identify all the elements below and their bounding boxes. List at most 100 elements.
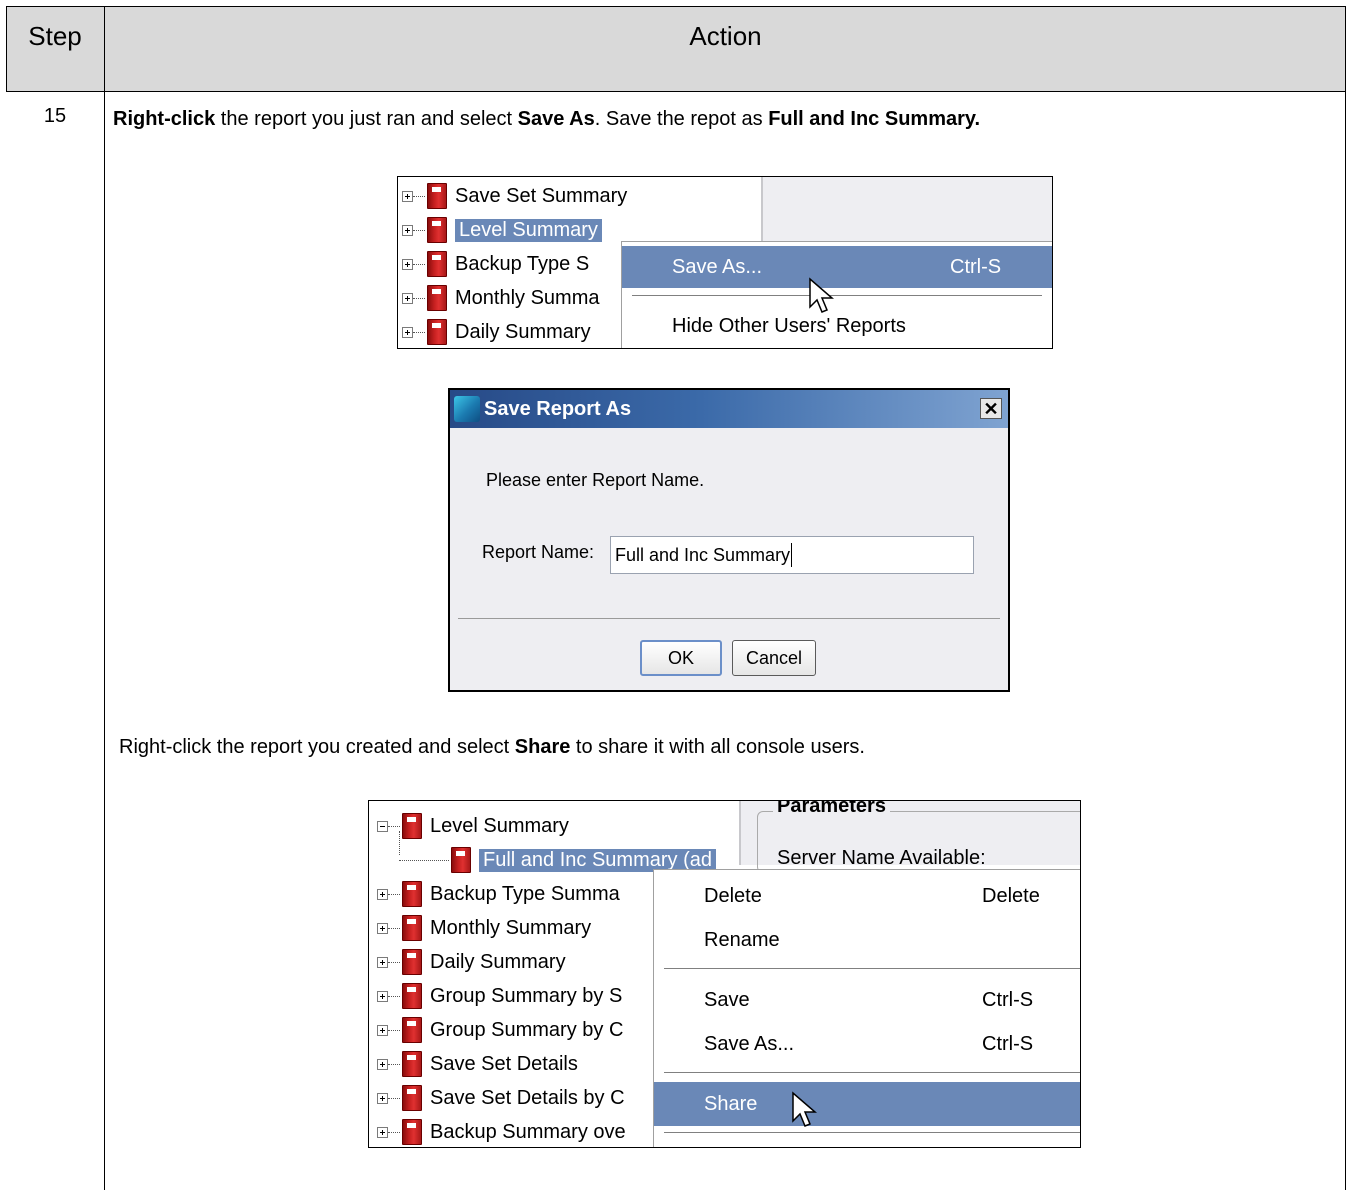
tree-item[interactable]: Monthly Summa — [402, 281, 600, 315]
report-icon — [402, 881, 422, 907]
tree-item[interactable]: Daily Summary — [377, 945, 566, 979]
tree-label: Backup Type S — [455, 252, 590, 275]
menu-separator — [632, 295, 1042, 296]
tree-item[interactable]: Group Summary by S — [377, 979, 622, 1013]
menu-separator — [664, 1132, 1080, 1133]
expand-icon[interactable] — [377, 1024, 388, 1036]
expand-icon[interactable] — [377, 888, 388, 900]
menu-label: Share — [704, 1092, 758, 1115]
menu-label: Save As... — [672, 255, 763, 278]
menu-separator — [664, 968, 1080, 969]
share-menu-screenshot: Parameters Server Name Available: Level … — [368, 800, 1081, 1148]
menu-item-share[interactable]: Share — [654, 1082, 1080, 1126]
tree-item[interactable]: Group Summary by C — [377, 1013, 623, 1047]
report-icon — [427, 217, 447, 243]
expand-icon[interactable] — [402, 258, 413, 270]
expand-icon[interactable] — [377, 1126, 388, 1138]
tree-item[interactable]: Daily Summary — [402, 315, 591, 348]
tree-label-selected: Level Summary — [455, 218, 602, 242]
context-menu: Delete Delete Rename Save Ctrl-S Save As… — [653, 869, 1080, 1147]
expand-icon[interactable] — [377, 956, 388, 968]
text: Right-click the report you created and s… — [119, 736, 515, 758]
expand-icon[interactable] — [402, 326, 413, 338]
tree-label: Daily Summary — [430, 950, 566, 973]
ok-button[interactable]: OK — [640, 640, 722, 676]
parameters-title: Parameters — [773, 801, 890, 818]
tree-label: Backup Summary ove — [430, 1120, 626, 1143]
close-icon[interactable]: ✕ — [980, 398, 1002, 419]
step-number: 15 — [43, 104, 67, 127]
report-icon — [402, 1051, 422, 1077]
menu-shortcut: Ctrl-S — [950, 255, 1002, 278]
expand-icon[interactable] — [377, 1092, 388, 1104]
report-icon — [402, 813, 422, 839]
expand-icon[interactable] — [377, 990, 388, 1002]
expand-icon[interactable] — [377, 922, 388, 934]
menu-item-save[interactable]: Save Ctrl-S — [654, 978, 1080, 1022]
border-column — [104, 6, 105, 1190]
cancel-button[interactable]: Cancel — [732, 640, 816, 676]
collapse-icon[interactable] — [377, 820, 388, 832]
expand-icon[interactable] — [402, 190, 413, 202]
border-header — [6, 91, 1346, 92]
border-right — [1345, 6, 1346, 1190]
tree-item[interactable]: Save Set Summary — [402, 179, 627, 213]
header-action: Action — [689, 20, 762, 51]
report-icon — [402, 1119, 422, 1145]
tree-item[interactable]: Level Summary — [377, 809, 569, 843]
mouse-pointer-icon — [809, 277, 834, 313]
report-icon — [402, 1085, 422, 1111]
mouse-pointer-icon — [792, 1091, 817, 1127]
tree-item[interactable]: Backup Type S — [402, 247, 589, 281]
tree-label: Save Set Details — [430, 1052, 578, 1075]
tree-label: Monthly Summa — [455, 286, 600, 309]
tree-item[interactable]: Monthly Summary — [377, 911, 591, 945]
menu-label: Rename — [704, 928, 780, 951]
report-icon — [402, 915, 422, 941]
dialog-prompt: Please enter Report Name. — [486, 470, 705, 490]
dialog-separator — [458, 618, 1000, 619]
tree-item[interactable]: Backup Summary ove — [377, 1115, 626, 1147]
expand-icon[interactable] — [377, 1058, 388, 1070]
report-icon — [402, 983, 422, 1009]
tree-item[interactable]: Save Set Details — [377, 1047, 578, 1081]
menu-item-rename[interactable]: Rename — [654, 918, 1080, 962]
text: . Save the repot as — [594, 108, 769, 130]
menu-item-hide-other[interactable]: Hide Other Users' Reports — [622, 304, 1052, 348]
menu-item-save-as[interactable]: Save As... Ctrl-S — [654, 1022, 1080, 1066]
menu-item-delete[interactable]: Delete Delete — [654, 874, 1080, 918]
border-left-header — [6, 6, 7, 91]
report-icon — [451, 847, 471, 873]
report-icon — [427, 183, 447, 209]
report-icon — [402, 949, 422, 975]
menu-separator — [664, 1072, 1080, 1073]
parameters-pane: Parameters Server Name Available: — [739, 801, 1080, 873]
expand-icon[interactable] — [402, 224, 413, 236]
text: the report you just ran and select — [215, 108, 518, 130]
menu-shortcut: Ctrl-S — [982, 988, 1034, 1011]
tree-item[interactable]: Save Set Details by C — [377, 1081, 625, 1115]
context-menu-screenshot: Save Set Summary Level Summary Backup Ty… — [397, 176, 1053, 349]
tree-label: Daily Summary — [455, 320, 591, 343]
tree-item[interactable]: Backup Type Summa — [377, 877, 620, 911]
menu-shortcut: Delete — [982, 884, 1040, 907]
header-step: Step — [28, 20, 82, 51]
instruction-save-as: Right-click the report you just ran and … — [113, 108, 980, 131]
menu-label: Delete — [704, 884, 762, 907]
tree-label: Group Summary by S — [430, 984, 623, 1007]
menu-shortcut: Ctrl-S — [982, 1032, 1034, 1055]
text-save-as: Save As — [517, 108, 595, 130]
tree-label: Backup Type Summa — [430, 882, 620, 905]
instruction-share: Right-click the report you created and s… — [119, 736, 865, 759]
expand-icon[interactable] — [402, 292, 413, 304]
report-name-input[interactable]: Full and Inc Summary — [610, 536, 974, 574]
tree-label: Level Summary — [430, 814, 569, 837]
server-name-label: Server Name Available: — [777, 847, 986, 869]
dialog-titlebar: Save Report As ✕ — [450, 390, 1008, 428]
text-caret — [791, 543, 793, 567]
report-icon — [427, 285, 447, 311]
menu-item-save-as[interactable]: Save As... Ctrl-S — [622, 246, 1052, 288]
tree-item[interactable]: Level Summary — [402, 213, 602, 247]
report-name-label: Report Name: — [482, 542, 595, 562]
report-icon — [427, 319, 447, 345]
